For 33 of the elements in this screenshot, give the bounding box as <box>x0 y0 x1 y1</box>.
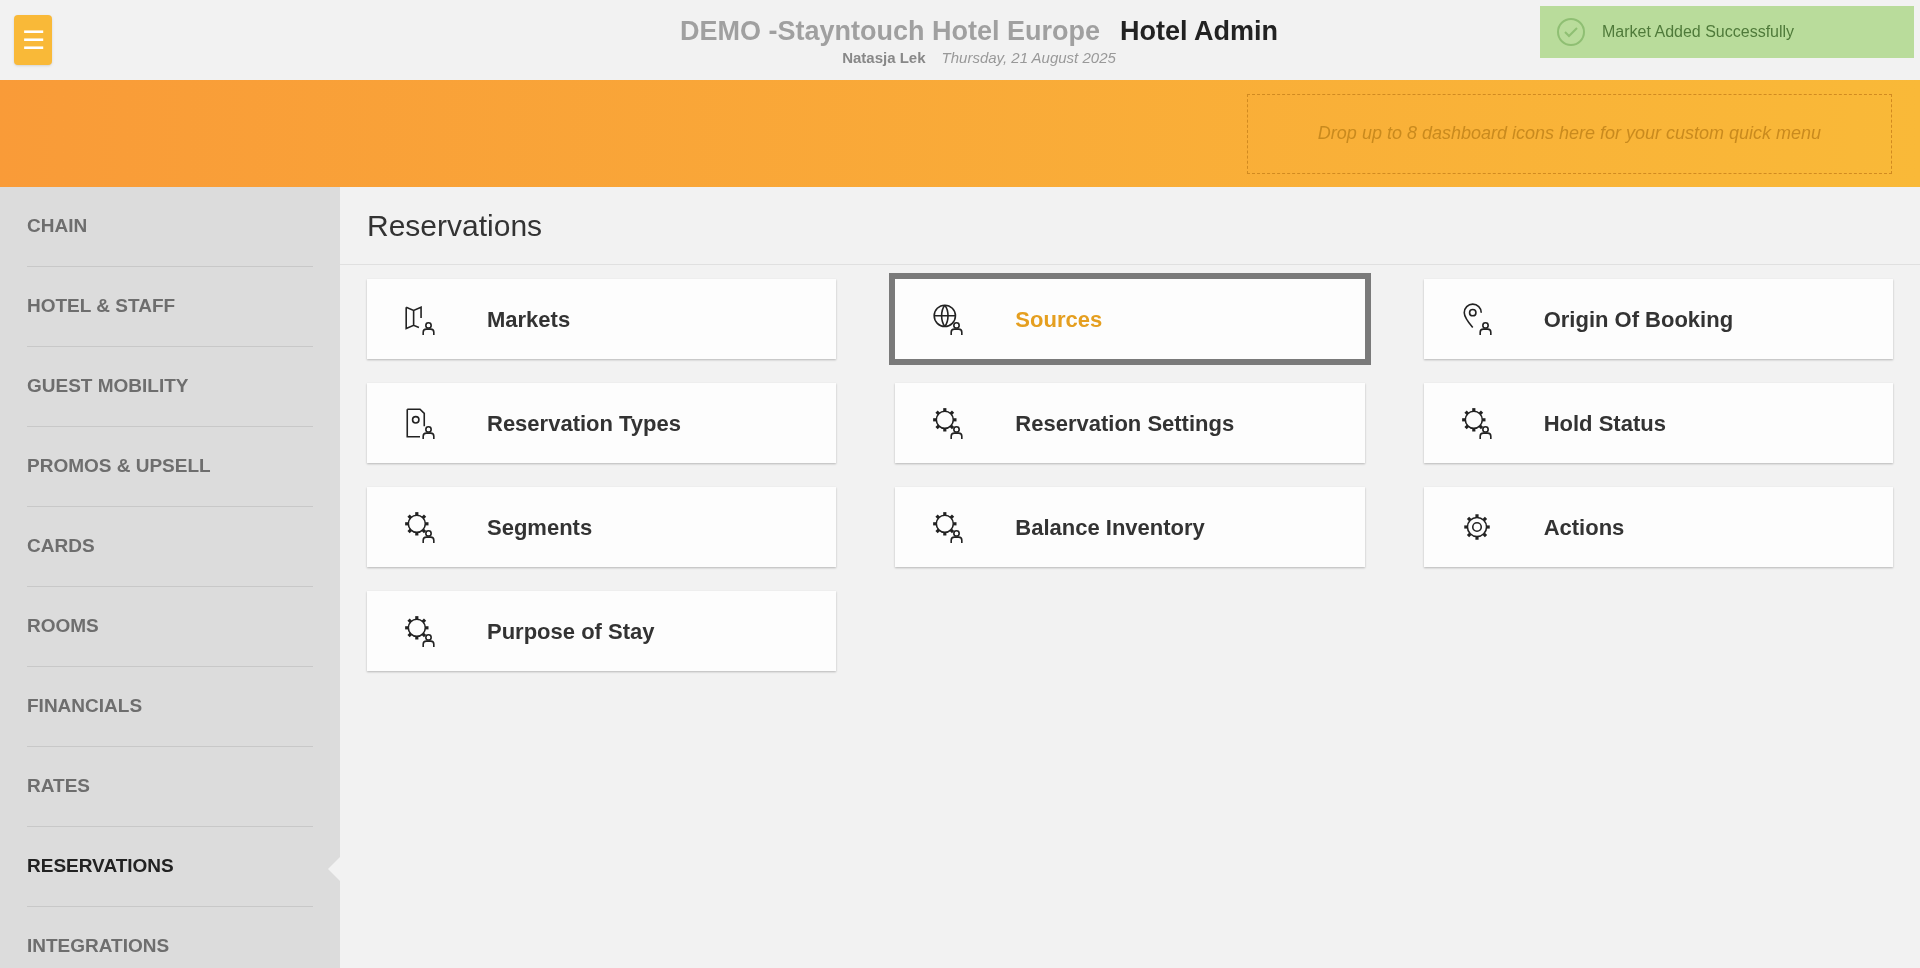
app-title: Hotel Admin <box>1120 14 1278 48</box>
sidebar-item[interactable]: INTEGRATIONS <box>27 907 313 968</box>
gear-person-icon <box>403 614 437 648</box>
sidebar-item[interactable]: HOTEL & STAFF <box>27 267 313 347</box>
sidebar-item[interactable]: FINANCIALS <box>27 667 313 747</box>
sidebar-item[interactable]: RESERVATIONS <box>27 827 313 907</box>
settings-card[interactable]: Hold Status <box>1423 383 1893 463</box>
gear-person-icon <box>931 510 966 544</box>
sidebar-item[interactable]: GUEST MOBILITY <box>27 347 313 427</box>
user-name: Natasja Lek <box>842 48 926 68</box>
settings-card[interactable]: Reservation Types <box>367 383 837 463</box>
page-title: Reservations <box>340 187 1920 265</box>
gear-person-icon <box>403 510 437 544</box>
globe-person-icon <box>931 302 966 336</box>
property-name: DEMO -Stayntouch Hotel Europe <box>680 14 1100 48</box>
document-person-icon <box>403 406 437 440</box>
sidebar-item[interactable]: PROMOS & UPSELL <box>27 427 313 507</box>
sidebar-item[interactable]: CARDS <box>27 507 313 587</box>
gear-person-icon <box>1459 406 1494 440</box>
settings-card[interactable]: Segments <box>367 487 837 567</box>
settings-card[interactable]: Reservation Settings <box>895 383 1365 463</box>
settings-card[interactable]: Actions <box>1423 487 1893 567</box>
settings-card[interactable]: Balance Inventory <box>895 487 1365 567</box>
check-circle-icon <box>1556 17 1586 47</box>
toast-message: Market Added Successfully <box>1602 22 1795 42</box>
sidebar-item[interactable]: CHAIN <box>27 187 313 267</box>
sidebar-item[interactable]: RATES <box>27 747 313 827</box>
current-date: Thursday, 21 August 2025 <box>941 48 1116 68</box>
sidebar-item[interactable]: ROOMS <box>27 587 313 667</box>
settings-card[interactable]: Purpose of Stay <box>367 591 837 671</box>
settings-card[interactable]: Markets <box>367 279 837 359</box>
settings-card[interactable]: Origin Of Booking <box>1423 279 1893 359</box>
gear-person-icon <box>931 406 966 440</box>
